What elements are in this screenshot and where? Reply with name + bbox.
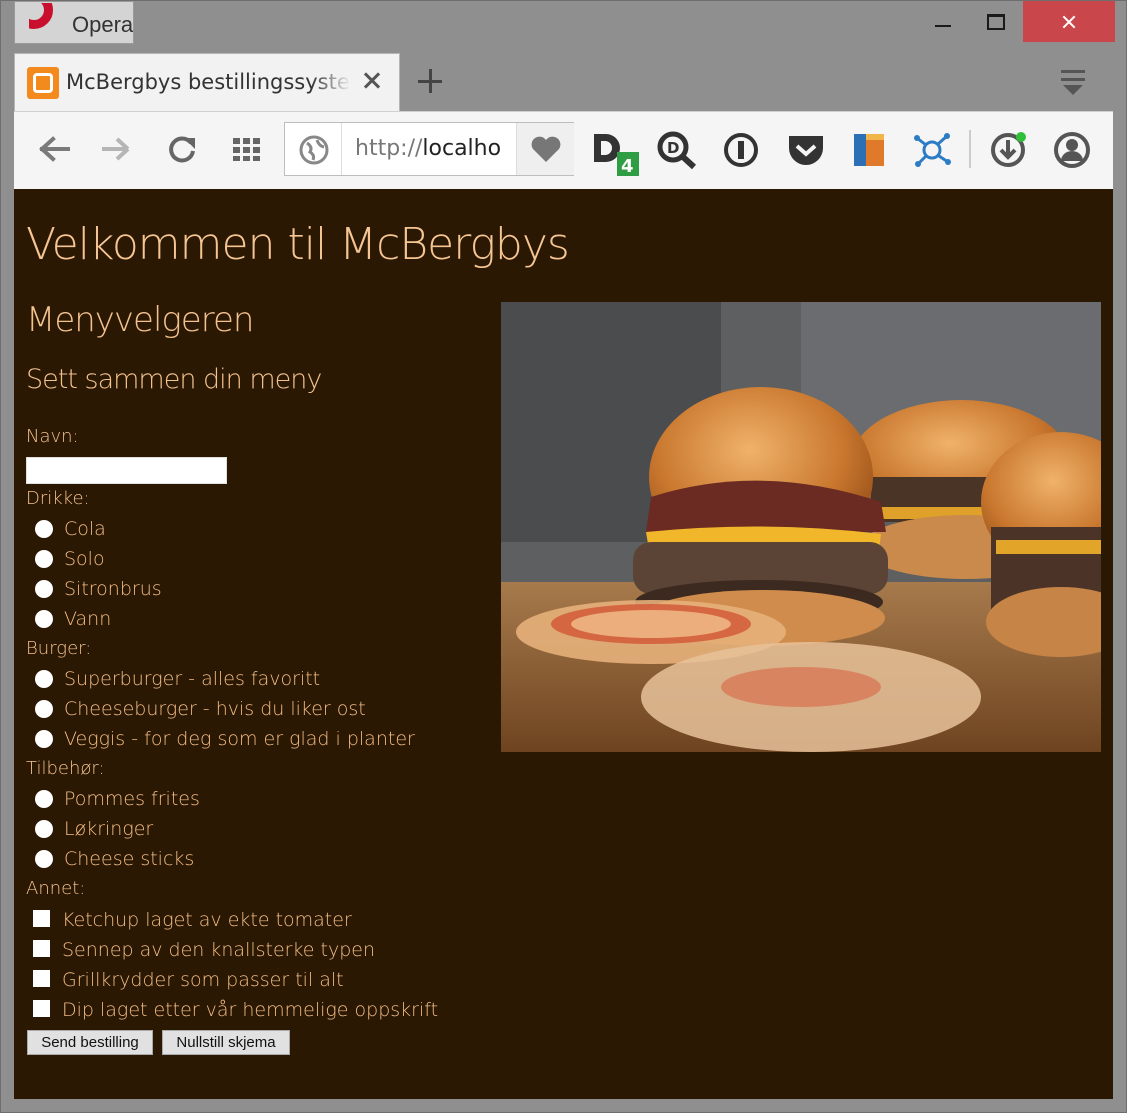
tab-title: McBergbys bestillingssystem <box>66 70 351 94</box>
toolbar-separator <box>969 130 971 168</box>
radio-button[interactable] <box>35 700 53 718</box>
xampp-favicon-icon <box>27 67 59 99</box>
url-text[interactable]: http://localho <box>355 136 505 161</box>
sides-label: Tilbehør: <box>26 758 105 779</box>
extension-search-icon[interactable]: D <box>656 130 700 170</box>
radio-button[interactable] <box>35 730 53 748</box>
tab-title-fade <box>311 64 351 104</box>
radio-button[interactable] <box>35 580 53 598</box>
url-host: localho <box>422 136 502 161</box>
back-icon[interactable] <box>38 135 70 163</box>
extras-label: Annet: <box>26 878 86 899</box>
checkbox[interactable] <box>33 970 50 987</box>
downloads-icon[interactable] <box>988 130 1032 170</box>
radio-button[interactable] <box>35 820 53 838</box>
account-icon[interactable] <box>1052 130 1092 170</box>
name-field[interactable] <box>26 457 227 484</box>
side-option-label: Pommes frites <box>64 788 200 810</box>
extension-book-icon[interactable] <box>850 130 888 170</box>
tab-menu-icon[interactable] <box>1058 68 1088 96</box>
extra-option-label: Sennep av den knallsterke typen <box>62 939 376 961</box>
page-content: Velkommen til McBergbys Menyvelgeren Set… <box>14 189 1113 1099</box>
opera-logo-icon <box>29 3 61 33</box>
burger-photo <box>501 302 1101 752</box>
svg-text:4: 4 <box>621 156 634 177</box>
maximize-button[interactable] <box>978 1 1012 42</box>
svg-text:D: D <box>667 139 679 157</box>
burger-label: Burger: <box>26 638 92 659</box>
url-scheme: http:// <box>355 136 423 161</box>
burger-option-label: Superburger - alles favoritt <box>64 668 321 690</box>
extension-password-icon[interactable] <box>722 131 760 169</box>
reset-form-button[interactable]: Nullstill skjema <box>162 1030 290 1055</box>
page-subtitle: Menyvelgeren <box>26 300 254 340</box>
extension-network-icon[interactable] <box>912 130 952 170</box>
tab-active[interactable]: McBergbys bestillingssystem <box>14 53 400 113</box>
burger-option-label: Veggis - for deg som er glad i planter <box>64 728 415 750</box>
radio-button[interactable] <box>35 520 53 538</box>
radio-button[interactable] <box>35 610 53 628</box>
burger-option-label: Cheeseburger - hvis du liker ost <box>64 698 366 720</box>
opera-menu-button[interactable]: Opera <box>14 1 134 44</box>
section-title: Sett sammen din meny <box>26 364 322 395</box>
extra-option-label: Ketchup laget av ekte tomater <box>62 909 352 931</box>
close-tab-icon[interactable] <box>363 71 381 89</box>
radio-button[interactable] <box>35 850 53 868</box>
drink-option-label: Vann <box>64 608 112 630</box>
extra-option-label: Dip laget etter vår hemmelige oppskrift <box>62 999 439 1021</box>
drink-option-label: Solo <box>64 548 105 570</box>
radio-button[interactable] <box>35 670 53 688</box>
browser-window: Opera McBergbys bestillingssystem http:/… <box>0 0 1127 1113</box>
close-window-button[interactable] <box>1023 1 1115 42</box>
drink-option-label: Sitronbrus <box>64 578 162 600</box>
reload-icon[interactable] <box>166 134 198 164</box>
name-label: Navn: <box>26 426 79 447</box>
opera-menu-label: Opera <box>72 12 134 37</box>
bookmark-heart-icon[interactable] <box>516 123 574 175</box>
checkbox[interactable] <box>33 1000 50 1017</box>
checkbox[interactable] <box>33 910 50 927</box>
page-title: Velkommen til McBergbys <box>26 219 570 270</box>
checkbox[interactable] <box>33 940 50 957</box>
side-option-label: Cheese sticks <box>64 848 195 870</box>
radio-button[interactable] <box>35 550 53 568</box>
radio-button[interactable] <box>35 790 53 808</box>
forward-icon[interactable] <box>100 135 132 163</box>
address-bar[interactable]: http://localho <box>284 122 574 176</box>
side-option-label: Løkringer <box>64 818 154 840</box>
drink-option-label: Cola <box>64 518 106 540</box>
extra-option-label: Grillkrydder som passer til alt <box>62 969 344 991</box>
new-tab-icon[interactable] <box>418 68 444 94</box>
minimize-button[interactable] <box>925 1 959 42</box>
speed-dial-icon[interactable] <box>231 136 263 162</box>
drinks-label: Drikke: <box>26 488 90 509</box>
extension-d4-icon[interactable]: 4 <box>590 130 642 178</box>
site-info-icon[interactable] <box>285 123 342 175</box>
submit-order-button[interactable]: Send bestilling <box>27 1030 153 1055</box>
pocket-icon[interactable] <box>786 131 826 169</box>
